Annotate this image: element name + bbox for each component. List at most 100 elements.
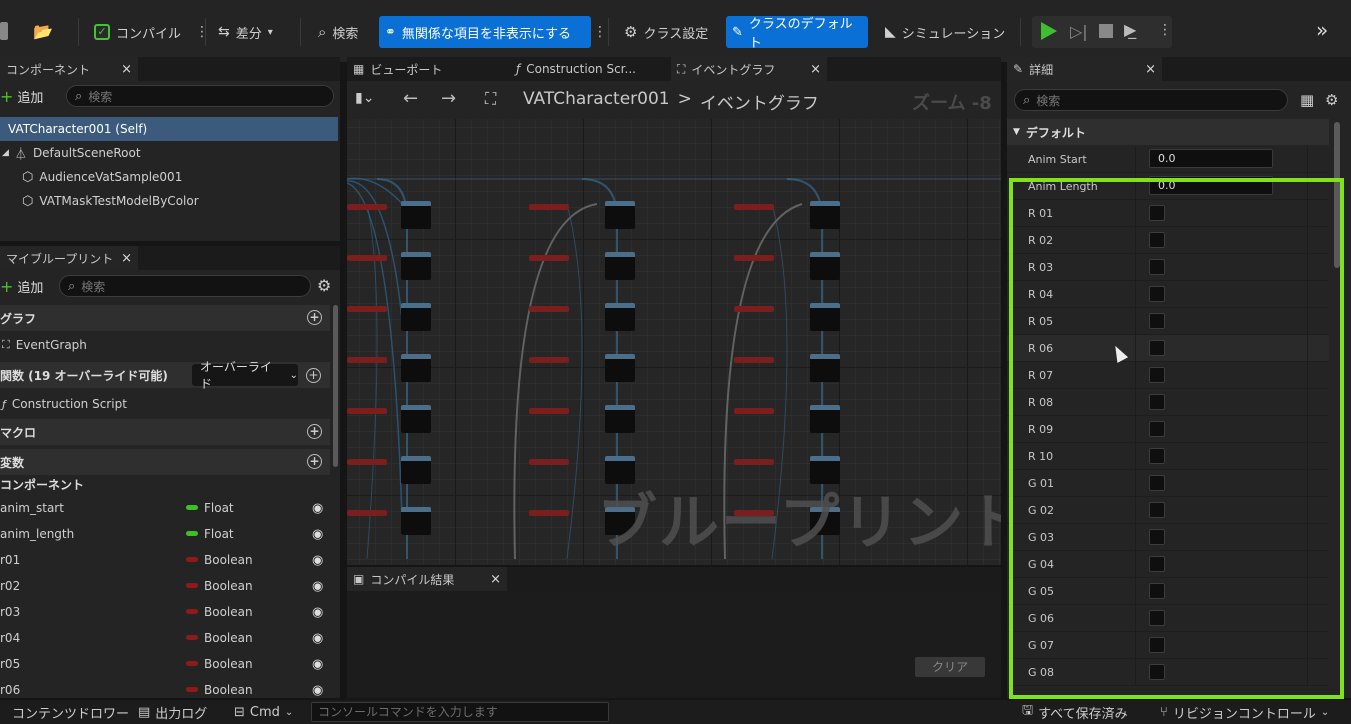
graph-node[interactable] (810, 303, 840, 331)
play-options-icon[interactable]: ⋮ (1158, 22, 1172, 38)
graph-node[interactable] (810, 252, 840, 280)
bookmark-icon[interactable]: ▮⌄ (355, 90, 374, 106)
mybp-search-input[interactable]: ⌕ 検索 (59, 275, 311, 297)
browse-icon[interactable]: 📂 (33, 22, 53, 41)
getter-node[interactable] (347, 255, 387, 261)
diff-button[interactable]: ⇆ 差分 ▾ (212, 16, 279, 48)
graph-node[interactable] (605, 354, 635, 382)
compile-options-icon[interactable]: ⋮ (195, 24, 209, 40)
graph-node[interactable] (810, 201, 840, 229)
simulation-button[interactable]: ◣ シミュレーション (879, 16, 1011, 48)
console-input[interactable]: コンソールコマンドを入力します (311, 702, 609, 722)
getter-node[interactable] (347, 204, 387, 210)
getter-node[interactable] (734, 255, 774, 261)
revision-control-button[interactable]: ⑂ リビジョンコントロール ⌄ (1160, 700, 1329, 724)
mybp-scrollbar[interactable] (333, 305, 338, 467)
graph-node[interactable] (401, 252, 431, 280)
graph-node[interactable] (605, 405, 635, 433)
expand-toolbar-icon[interactable]: » (1316, 18, 1328, 42)
tab-components[interactable]: コンポーネント × (0, 57, 138, 81)
getter-node[interactable] (347, 510, 387, 516)
getter-node[interactable] (734, 306, 774, 312)
output-log-button[interactable]: ▤ 出力ログ (138, 700, 207, 724)
back-arrow-icon[interactable]: ← (403, 88, 418, 109)
graph-node[interactable] (810, 405, 840, 433)
graph-node[interactable] (401, 456, 431, 484)
play-icon[interactable] (1041, 22, 1057, 40)
add-component-button[interactable]: + 追加 (0, 85, 43, 107)
expand-arrow-icon[interactable]: ◢ (2, 148, 9, 158)
construction-script-item[interactable]: ƒ Construction Script (2, 392, 127, 416)
variable-row[interactable]: anim_start Float ◉ (0, 495, 340, 521)
eye-icon[interactable]: ◉ (312, 631, 323, 646)
getter-node[interactable] (529, 204, 569, 210)
override-dropdown[interactable]: オーバーライド ⌄ (192, 360, 298, 391)
getter-node[interactable] (529, 306, 569, 312)
graph-node[interactable] (605, 252, 635, 280)
graph-node[interactable] (605, 303, 635, 331)
save-all-button[interactable]: 🖫 すべて保存済み (1022, 700, 1128, 724)
getter-node[interactable] (529, 357, 569, 363)
getter-node[interactable] (347, 357, 387, 363)
float-input[interactable]: 0.0 (1149, 149, 1273, 168)
gear-icon[interactable]: ⚙ (1325, 91, 1338, 109)
close-icon[interactable]: × (1145, 62, 1156, 77)
getter-node[interactable] (347, 408, 387, 414)
getter-node[interactable] (734, 408, 774, 414)
close-icon[interactable]: × (121, 251, 132, 266)
eject-icon[interactable]: ▶̲ (1124, 20, 1136, 39)
stop-icon[interactable] (1099, 24, 1113, 38)
add-graph-icon[interactable]: + (307, 310, 322, 325)
getter-node[interactable] (734, 357, 774, 363)
variable-row[interactable]: r03 Boolean ◉ (0, 599, 340, 625)
close-icon[interactable]: × (490, 572, 501, 587)
components-search-input[interactable]: ⌕ 検索 (66, 85, 334, 107)
eye-icon[interactable]: ◉ (312, 605, 323, 620)
getter-node[interactable] (734, 204, 774, 210)
macros-category[interactable]: マクロ + (0, 419, 330, 445)
step-icon[interactable]: ▷| (1070, 22, 1088, 41)
content-drawer-button[interactable]: コンテンツドロワー (0, 700, 129, 724)
getter-node[interactable] (529, 510, 569, 516)
add-variable-icon[interactable]: + (307, 454, 322, 469)
graph-node[interactable] (401, 303, 431, 331)
getter-node[interactable] (529, 408, 569, 414)
eye-icon[interactable]: ◉ (312, 683, 323, 698)
compile-button[interactable]: ✓ コンパイル ⋮ (88, 16, 215, 48)
variable-row[interactable]: r04 Boolean ◉ (0, 625, 340, 651)
tab-event-graph[interactable]: ⛶ イベントグラフ × (671, 57, 827, 81)
settings-gear-icon[interactable]: ⚙ (317, 276, 331, 295)
graph-node[interactable] (810, 354, 840, 382)
class-settings-button[interactable]: ⚙ クラス設定 (618, 16, 714, 48)
tab-construction-script[interactable]: ƒ Construction Scr... (510, 57, 670, 81)
tab-my-blueprint[interactable]: マイブループリント × (0, 246, 138, 270)
variable-row[interactable]: r05 Boolean ◉ (0, 651, 340, 677)
graph-node[interactable] (605, 201, 635, 229)
getter-node[interactable] (347, 459, 387, 465)
table-view-icon[interactable]: ▦ (1300, 91, 1314, 109)
eye-icon[interactable]: ◉ (312, 657, 323, 672)
variable-row[interactable]: r01 Boolean ◉ (0, 547, 340, 573)
tab-viewport[interactable]: ▦ ビューポート (347, 57, 507, 81)
tree-item-defaultsceneroot[interactable]: ◢ ⏃ DefaultSceneRoot (2, 141, 141, 165)
getter-node[interactable] (529, 459, 569, 465)
forward-arrow-icon[interactable]: → (441, 88, 456, 109)
close-icon[interactable]: × (810, 62, 821, 77)
hide-unrelated-options-icon[interactable]: ⋮ (587, 16, 607, 48)
eye-icon[interactable]: ◉ (312, 579, 323, 594)
find-button[interactable]: ⌕ 検索 (312, 16, 364, 48)
graph-canvas[interactable]: ブループリント (347, 119, 1001, 565)
graph-node[interactable] (401, 507, 431, 535)
getter-node[interactable] (529, 255, 569, 261)
eye-icon[interactable]: ◉ (312, 501, 323, 516)
graphs-category[interactable]: グラフ + (0, 305, 330, 331)
eye-icon[interactable]: ◉ (312, 527, 323, 542)
graph-node[interactable] (401, 201, 431, 229)
tree-item-audience[interactable]: ⬡ AudienceVatSample001 (22, 165, 182, 189)
default-category[interactable]: ▼ デフォルト (1007, 119, 1329, 145)
variable-row[interactable]: r02 Boolean ◉ (0, 573, 340, 599)
eye-icon[interactable]: ◉ (312, 553, 323, 568)
getter-node[interactable] (734, 459, 774, 465)
class-defaults-button[interactable]: ✎ クラスのデフォルト (726, 16, 868, 51)
graph-node[interactable] (401, 405, 431, 433)
